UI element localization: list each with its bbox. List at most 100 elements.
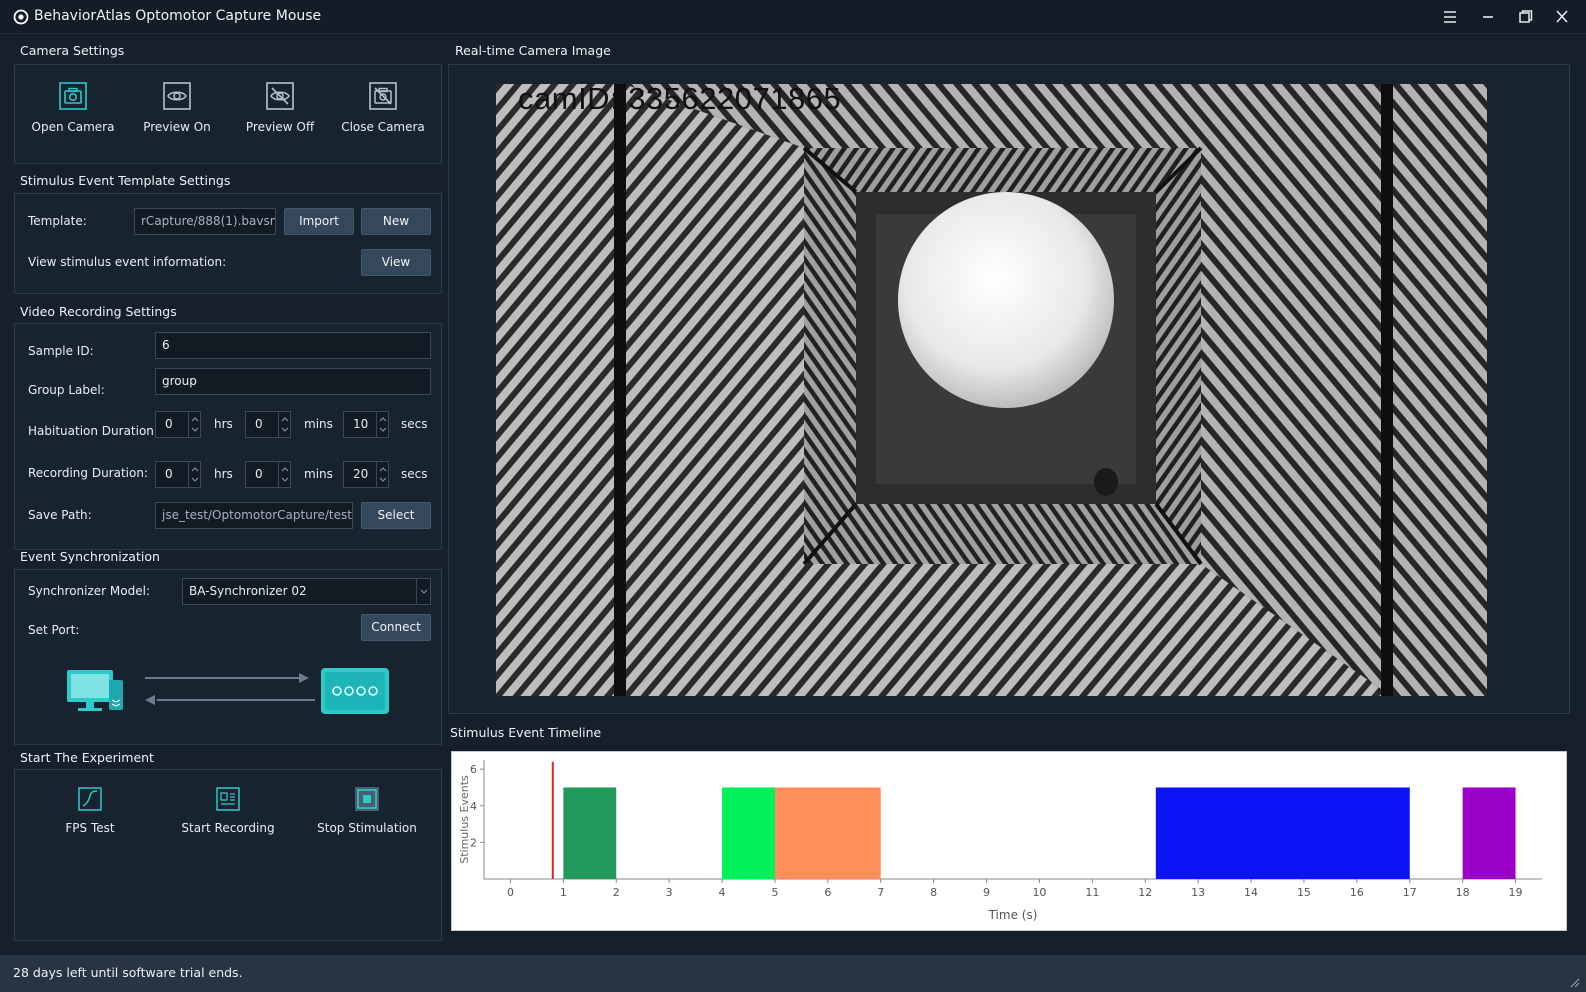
- x-tick-label: 11: [1085, 886, 1099, 899]
- group-label-label: Group Label:: [28, 383, 105, 397]
- x-tick-label: 16: [1350, 886, 1364, 899]
- recording-secs-value: 20: [353, 467, 369, 481]
- x-tick-label: 12: [1138, 886, 1152, 899]
- habituation-secs-spinbox[interactable]: 10: [343, 411, 389, 438]
- template-path-field[interactable]: rCapture/888(1).bavsm: [134, 208, 276, 235]
- recording-hrs-spinbox[interactable]: 0: [155, 461, 201, 488]
- fps-test-button[interactable]: FPS Test: [25, 786, 155, 850]
- fps-test-label: FPS Test: [65, 821, 115, 835]
- new-button[interactable]: New: [361, 208, 431, 235]
- menu-icon[interactable]: [1438, 6, 1462, 28]
- mins-unit: mins: [304, 417, 333, 431]
- close-camera-button[interactable]: Close Camera: [337, 81, 429, 161]
- preview-off-button[interactable]: Preview Off: [234, 81, 326, 161]
- record-icon: [216, 787, 240, 811]
- minimize-icon[interactable]: [1476, 6, 1500, 28]
- habituation-mins-value: 0: [255, 417, 263, 431]
- recording-duration-label: Recording Duration:: [28, 466, 148, 480]
- secs-unit: secs: [401, 467, 428, 481]
- view-info-label: View stimulus event information:: [28, 255, 227, 269]
- y-tick-label: 2: [470, 836, 477, 849]
- spin-arrows-icon[interactable]: [278, 412, 290, 437]
- x-tick-label: 3: [666, 886, 673, 899]
- event-sync-title: Event Synchronization: [20, 549, 160, 564]
- x-tick-label: 13: [1191, 886, 1205, 899]
- x-tick-label: 10: [1032, 886, 1046, 899]
- recording-secs-spinbox[interactable]: 20: [343, 461, 389, 488]
- event-sync-panel: Synchronizer Model: BA-Synchronizer 02 S…: [14, 569, 442, 745]
- experiment-title: Start The Experiment: [20, 750, 154, 765]
- spin-arrows-icon[interactable]: [376, 412, 388, 437]
- group-label-input[interactable]: group: [155, 368, 431, 395]
- video-recording-panel: Sample ID: 6 Group Label: group Habituat…: [14, 323, 442, 550]
- secs-unit: secs: [401, 417, 428, 431]
- timeline-plot: Stimulus Events Time (s) 2460 1 2 3 4 5 6 7 8 9 10…: [458, 760, 1542, 922]
- stimulus-timeline-chart: Stimulus Events Time (s) 2 4 6 0 1 2 3 4 5 6 7 8 9 10…: [451, 751, 1567, 931]
- hrs-unit: hrs: [214, 467, 233, 481]
- save-path-field[interactable]: jse_test/OptomotorCapture/test2: [155, 502, 353, 529]
- stimulus-event-bar: [774, 787, 881, 879]
- stimulus-event-bar: [1155, 787, 1410, 879]
- spin-arrows-icon[interactable]: [376, 462, 388, 487]
- sample-id-input[interactable]: 6: [155, 332, 431, 359]
- spin-arrows-icon[interactable]: [278, 462, 290, 487]
- window-title: BehaviorAtlas Optomotor Capture Mouse: [34, 8, 322, 24]
- connect-button[interactable]: Connect: [361, 614, 431, 641]
- x-tick-label: 4: [719, 886, 726, 899]
- start-recording-button[interactable]: Start Recording: [163, 786, 293, 850]
- x-tick-label: 18: [1456, 886, 1470, 899]
- stop-stimulation-label: Stop Stimulation: [317, 821, 417, 835]
- x-tick-label: 19: [1509, 886, 1523, 899]
- view-button[interactable]: View: [361, 249, 431, 276]
- close-icon[interactable]: [1550, 6, 1574, 28]
- spin-arrows-icon[interactable]: [188, 462, 200, 487]
- app-logo-icon: [13, 9, 29, 25]
- import-button[interactable]: Import: [284, 208, 354, 235]
- x-tick-label: 6: [824, 886, 831, 899]
- camera-off-icon: [369, 82, 397, 110]
- sample-id-label: Sample ID:: [28, 344, 94, 358]
- open-camera-button[interactable]: Open Camera: [27, 81, 119, 161]
- save-path-label: Save Path:: [28, 508, 92, 522]
- synchronizer-model-select[interactable]: BA-Synchronizer 02: [182, 578, 431, 605]
- recording-mins-spinbox[interactable]: 0: [245, 461, 291, 488]
- mins-unit: mins: [304, 467, 333, 481]
- y-axis-label: Stimulus Events: [458, 775, 471, 864]
- stimulus-template-panel: Template: rCapture/888(1).bavsm Import N…: [14, 193, 442, 294]
- timeline-title: Stimulus Event Timeline: [450, 725, 602, 740]
- x-tick-label: 0: [507, 886, 514, 899]
- synchronizer-model-value: BA-Synchronizer 02: [189, 584, 307, 598]
- stop-icon: [355, 787, 379, 811]
- preview-on-label: Preview On: [143, 120, 211, 134]
- recording-hrs-value: 0: [165, 467, 173, 481]
- template-label: Template:: [28, 214, 87, 228]
- stimulus-event-bar: [1462, 787, 1516, 879]
- preview-on-button[interactable]: Preview On: [131, 81, 223, 161]
- stimulus-event-bar: [563, 787, 617, 879]
- chevron-down-icon[interactable]: [416, 579, 430, 604]
- synchronizer-model-label: Synchronizer Model:: [28, 584, 150, 598]
- restore-icon[interactable]: [1513, 6, 1537, 28]
- stop-stimulation-button[interactable]: Stop Stimulation: [302, 786, 432, 850]
- x-tick-label: 9: [983, 886, 990, 899]
- x-tick-label: 5: [771, 886, 778, 899]
- resize-grip-icon[interactable]: [1568, 976, 1580, 988]
- x-tick-label: 8: [930, 886, 937, 899]
- select-button[interactable]: Select: [361, 502, 431, 529]
- camera-icon: [59, 82, 87, 110]
- spin-arrows-icon[interactable]: [188, 412, 200, 437]
- eye-icon: [163, 82, 191, 110]
- y-tick-label: 4: [470, 800, 477, 813]
- eye-off-icon: [266, 82, 294, 110]
- video-recording-title: Video Recording Settings: [20, 304, 177, 319]
- trial-status-text: 28 days left until software trial ends.: [13, 965, 243, 980]
- habituation-hrs-value: 0: [165, 417, 173, 431]
- experiment-panel: FPS Test Start Recording Stop Stimulatio…: [14, 769, 442, 941]
- habituation-hrs-spinbox[interactable]: 0: [155, 411, 201, 438]
- habituation-mins-spinbox[interactable]: 0: [245, 411, 291, 438]
- camera-view-title: Real-time Camera Image: [455, 43, 611, 58]
- camera-image: camID: 335622071865: [496, 84, 1487, 696]
- sync-connection-diagram: [67, 668, 389, 714]
- habituation-duration-label: Habituation Duration:: [28, 424, 158, 438]
- stimulus-event-bar: [722, 787, 775, 879]
